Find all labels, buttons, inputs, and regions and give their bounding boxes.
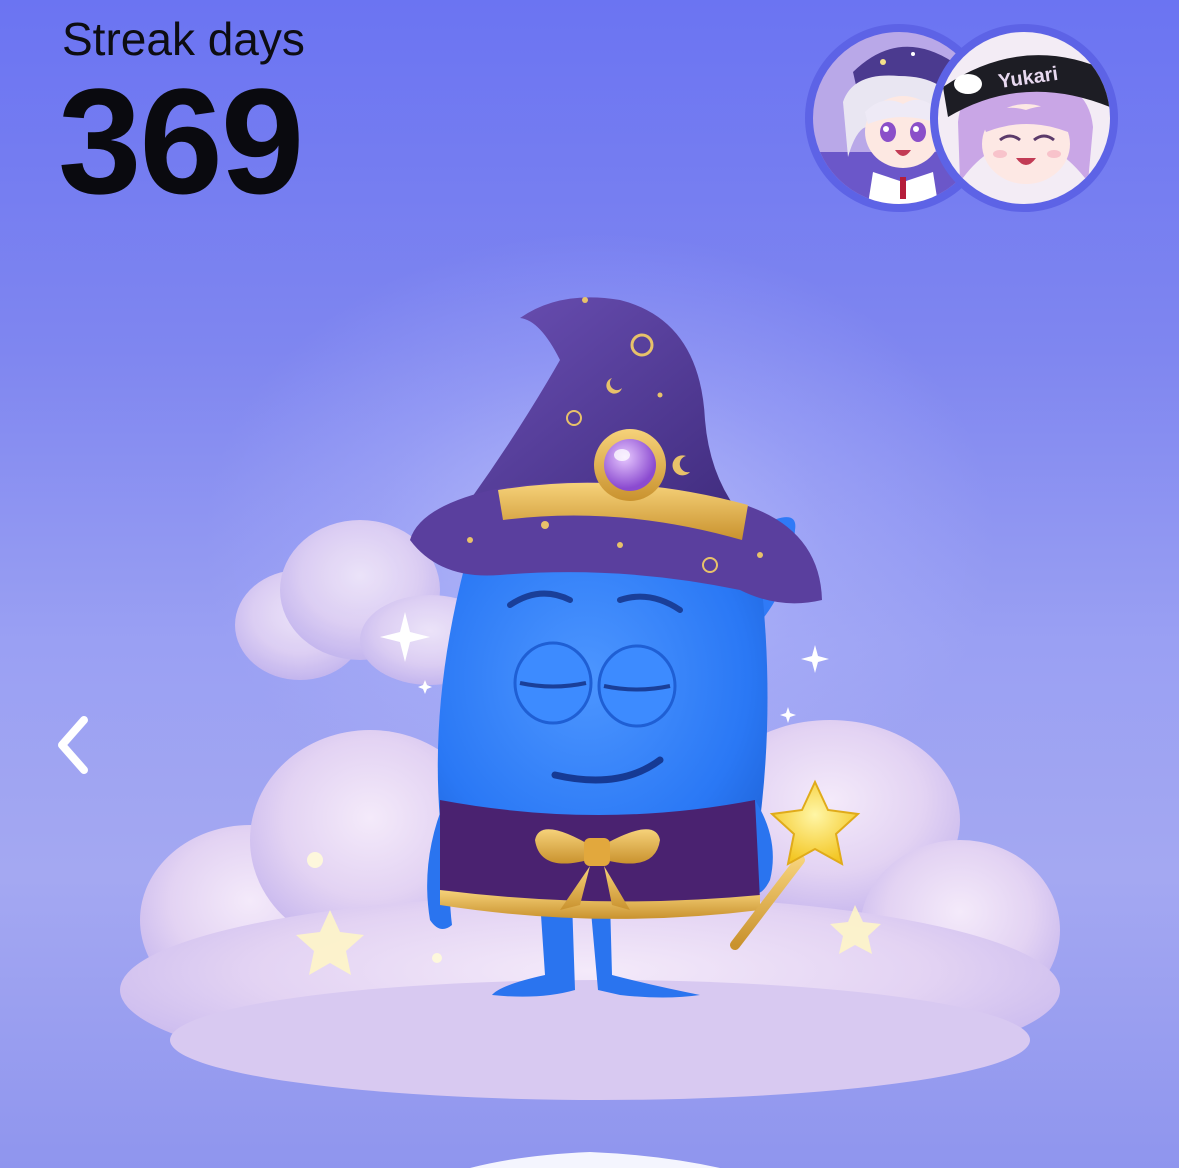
- sparkle-icon: [801, 645, 829, 673]
- mascot-scene: [120, 297, 1060, 1168]
- sparkle-icon: [780, 707, 796, 723]
- bottom-edge-shape: [470, 1152, 720, 1168]
- wizard-hat: [410, 297, 822, 604]
